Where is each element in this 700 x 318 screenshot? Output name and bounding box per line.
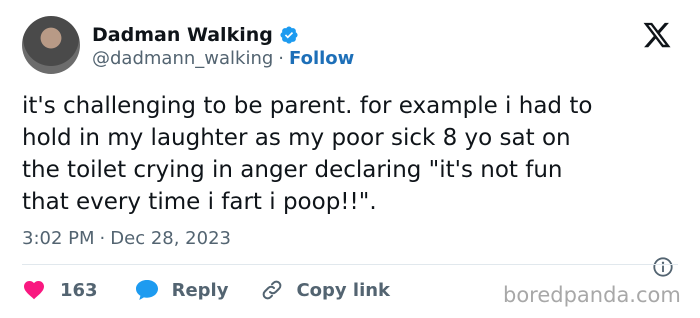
avatar[interactable] (22, 16, 80, 74)
handle-row: @dadmann_walking · Follow (92, 48, 354, 69)
author-name[interactable]: Dadman Walking (92, 24, 273, 46)
tweet-date[interactable]: Dec 28, 2023 (110, 228, 231, 249)
copy-link-button[interactable]: Copy link (260, 278, 390, 302)
reply-bubble-icon (135, 280, 158, 300)
author-handle[interactable]: @dadmann_walking (92, 48, 273, 69)
tweet-time[interactable]: 3:02 PM (22, 228, 95, 249)
follow-button[interactable]: Follow (289, 48, 354, 69)
info-icon[interactable] (652, 256, 674, 278)
reply-label: Reply (171, 279, 229, 301)
verified-badge-icon (280, 26, 298, 44)
tweet-text: it's challenging to be parent. for examp… (22, 93, 593, 215)
x-logo-icon[interactable] (642, 20, 672, 50)
heart-icon (24, 281, 44, 300)
likes-count: 163 (60, 279, 98, 301)
copy-link-label: Copy link (296, 279, 391, 301)
timestamp: 3:02 PM · Dec 28, 2023 (22, 228, 231, 249)
watermark: boredpanda.com (503, 283, 681, 307)
timestamp-separator: · (99, 228, 106, 249)
divider (22, 264, 678, 265)
handle-separator: · (278, 48, 285, 69)
like-button[interactable]: 163 (22, 278, 98, 302)
author-name-row: Dadman Walking (92, 22, 299, 48)
reply-button[interactable]: Reply (134, 278, 229, 302)
link-icon (263, 280, 282, 300)
action-bar: 163 Reply Copy link (22, 276, 390, 304)
